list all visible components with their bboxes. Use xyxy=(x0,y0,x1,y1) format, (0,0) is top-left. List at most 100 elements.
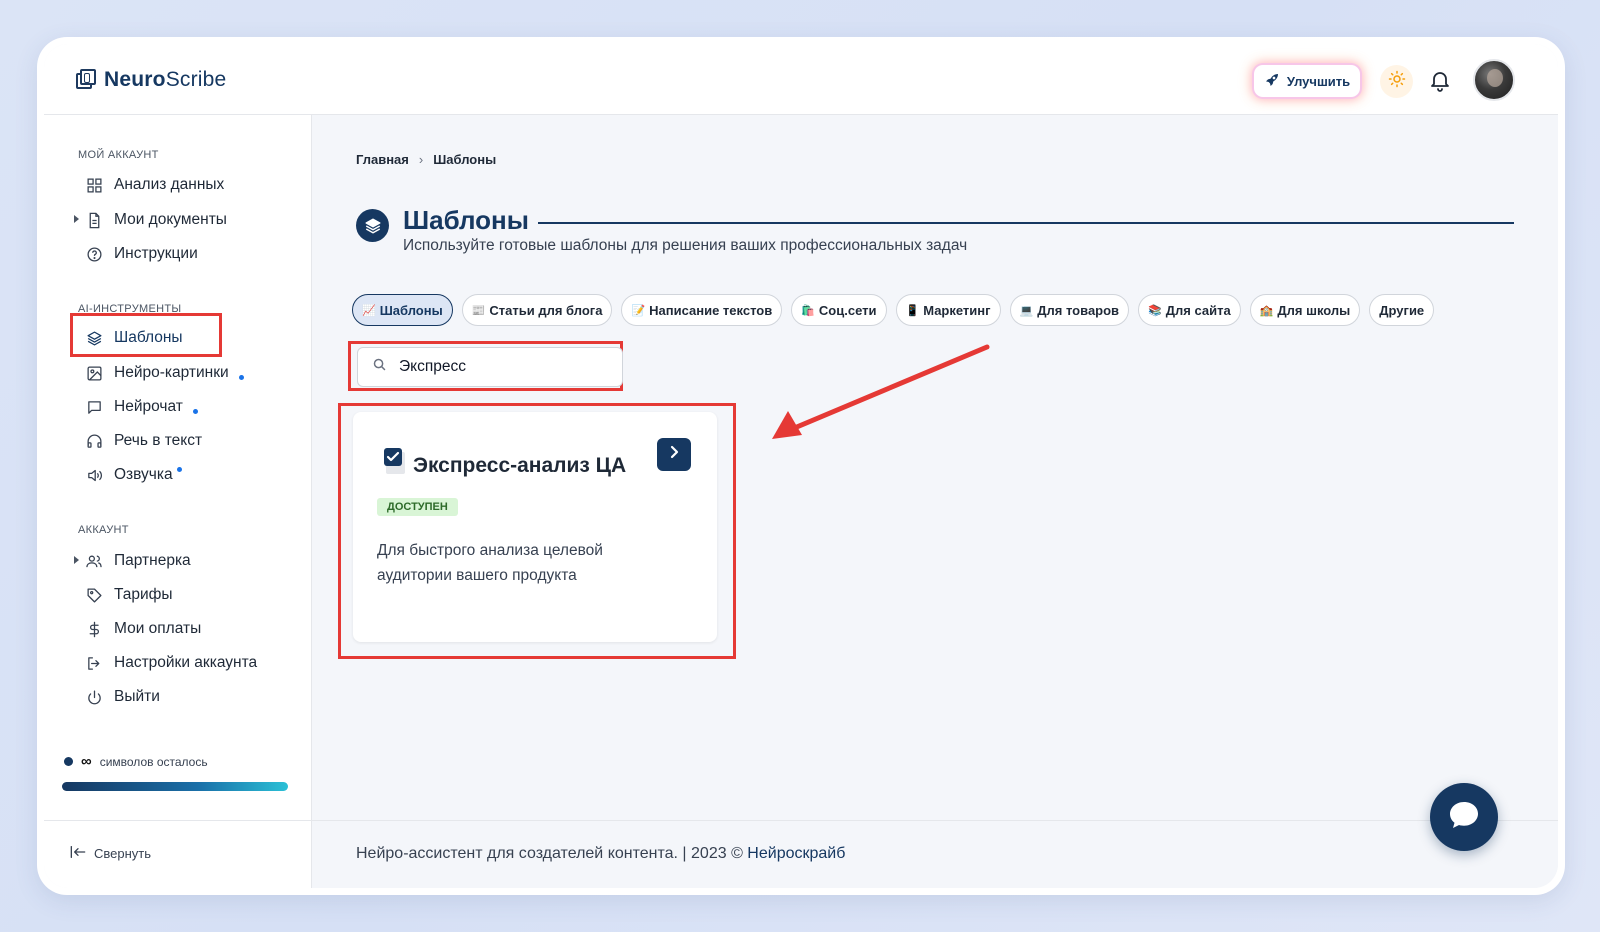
template-card[interactable]: Экспресс-анализ ЦА Доступен Для быстрого… xyxy=(353,412,717,642)
image-icon xyxy=(84,363,104,383)
app-frame: NeuroScribe Улучшить Мой аккаунт Анализ … xyxy=(44,44,1558,888)
document-icon xyxy=(84,210,104,230)
footer-link[interactable]: Нейроскрайб xyxy=(747,845,845,862)
main-content: Главная › Шаблоны Шаблоны Используйте го… xyxy=(312,115,1558,888)
sidebar-item-label: Мои документы xyxy=(114,211,227,228)
chip-emoji-icon: 📝 xyxy=(631,304,646,317)
filter-chip[interactable]: 🏫 Для школы xyxy=(1249,294,1361,326)
credits-indicator: ∞ символов осталось xyxy=(64,753,208,770)
login-icon xyxy=(84,653,104,673)
sidebar-item-templates[interactable]: Шаблоны xyxy=(84,324,183,352)
sidebar-footer: Свернуть xyxy=(44,820,311,888)
annotation-arrow-icon xyxy=(752,339,992,454)
sidebar-item-label: Нейро-картинки xyxy=(114,364,229,381)
logo-text: NeuroScribe xyxy=(104,68,226,92)
rocket-icon xyxy=(1264,72,1280,91)
sidebar-item-label: Тарифы xyxy=(114,586,173,603)
collapse-label: Свернуть xyxy=(94,846,152,861)
search-field[interactable] xyxy=(357,347,623,387)
filter-chip[interactable]: 💻 Для товаров xyxy=(1009,294,1130,326)
filter-chip[interactable]: Другие xyxy=(1369,294,1435,326)
filter-chip[interactable]: 📰 Статьи для блога xyxy=(461,294,613,326)
sidebar: Мой аккаунт Анализ данных Мои документы … xyxy=(44,115,312,888)
help-circle-icon xyxy=(84,244,104,264)
page-footer: Нейро-ассистент для создателей контента.… xyxy=(312,820,1558,888)
theme-toggle-button[interactable] xyxy=(1380,65,1413,98)
sidebar-item-my-payments[interactable]: Мои оплаты xyxy=(84,615,201,643)
sidebar-item-logout[interactable]: Выйти xyxy=(84,683,160,711)
chip-label: Для сайта xyxy=(1165,302,1231,318)
chip-label: Статьи для блога xyxy=(489,302,603,318)
expand-caret-icon[interactable] xyxy=(74,215,79,223)
sidebar-item-label: Анализ данных xyxy=(114,176,225,193)
sidebar-item-label: Нейрочат xyxy=(114,398,183,415)
chip-label: Соц.сети xyxy=(818,302,877,318)
sidebar-item-account-settings[interactable]: Настройки аккаунта xyxy=(84,649,257,677)
upgrade-label: Улучшить xyxy=(1286,73,1351,89)
sidebar-item-partners[interactable]: Партнерка xyxy=(74,547,191,575)
logo[interactable]: NeuroScribe xyxy=(76,68,226,92)
new-dot-indicator xyxy=(192,408,198,414)
sidebar-item-label: Выйти xyxy=(114,688,160,705)
chip-label: Для товаров xyxy=(1037,302,1120,318)
chip-emoji-icon: 📱 xyxy=(905,304,920,317)
highlight-box-search xyxy=(348,341,623,391)
sidebar-item-label: Настройки аккаунта xyxy=(114,654,258,671)
credits-bullet xyxy=(64,757,73,766)
notifications-button[interactable] xyxy=(1428,68,1454,94)
filter-chips: 📈 Шаблоны 📰 Статьи для блога 📝 Написание текс… xyxy=(352,294,1435,326)
collapse-sidebar-button[interactable]: Свернуть xyxy=(70,845,151,862)
sidebar-item-data-analysis[interactable]: Анализ данных xyxy=(84,171,224,199)
chip-emoji-icon: 📚 xyxy=(1148,304,1162,317)
sidebar-item-neurochat[interactable]: Нейрочат xyxy=(84,393,198,421)
page-subtitle: Используйте готовые шаблоны для решения … xyxy=(403,237,968,254)
sun-icon xyxy=(1388,70,1406,93)
filter-chip[interactable]: 📈 Шаблоны xyxy=(352,294,453,326)
status-badge: Доступен xyxy=(377,498,458,516)
sidebar-item-label: Шаблоны xyxy=(114,329,183,346)
chip-emoji-icon: 🏫 xyxy=(1259,304,1274,317)
users-icon xyxy=(84,551,104,571)
new-dot-indicator xyxy=(238,374,244,380)
chip-emoji-icon: 🛍️ xyxy=(801,304,815,317)
filter-chip[interactable]: 📝 Написание текстов xyxy=(621,294,783,326)
sidebar-item-neuro-images[interactable]: Нейро-картинки xyxy=(84,359,244,387)
credits-progress-fill xyxy=(62,782,288,791)
filter-chip[interactable]: 📚 Для сайта xyxy=(1138,294,1241,326)
sidebar-item-instructions[interactable]: Инструкции xyxy=(84,240,198,268)
infinity-symbol: ∞ xyxy=(81,753,92,770)
footer-text: Нейро-ассистент для создателей контента.… xyxy=(356,845,845,863)
footer-copyright: Нейро-ассистент для создателей контента.… xyxy=(356,845,748,862)
expand-caret-icon[interactable] xyxy=(74,556,79,564)
upgrade-button[interactable]: Улучшить xyxy=(1254,65,1360,97)
grid-icon xyxy=(84,175,104,195)
highlight-box-card: Экспресс-анализ ЦА Доступен Для быстрого… xyxy=(338,403,736,659)
power-icon xyxy=(84,687,104,707)
chip-label: Маркетинг xyxy=(923,302,991,318)
sidebar-item-label: Инструкции xyxy=(114,245,198,262)
card-description: Для быстрого анализа целевой аудитории в… xyxy=(377,542,603,584)
chip-label: Другие xyxy=(1379,302,1425,318)
headphones-icon xyxy=(84,431,104,451)
dollar-icon xyxy=(84,619,104,639)
bell-icon xyxy=(1428,72,1452,96)
sidebar-item-voiceover[interactable]: Озвучка xyxy=(84,461,182,489)
sidebar-item-speech-to-text[interactable]: Речь в текст xyxy=(84,427,202,455)
breadcrumb-home[interactable]: Главная xyxy=(356,152,409,167)
title-divider xyxy=(538,222,1514,224)
chat-widget-button[interactable] xyxy=(1430,783,1498,851)
sidebar-item-tariffs[interactable]: Тарифы xyxy=(84,581,173,609)
breadcrumb-separator: › xyxy=(418,152,424,167)
sidebar-item-my-documents[interactable]: Мои документы xyxy=(74,206,227,234)
filter-chip[interactable]: 📱 Маркетинг xyxy=(895,294,1001,326)
sidebar-item-label: Партнерка xyxy=(114,552,191,569)
chip-label: Шаблоны xyxy=(379,302,443,318)
user-avatar[interactable] xyxy=(1473,59,1515,101)
open-template-button[interactable] xyxy=(657,438,691,471)
breadcrumb-current: Шаблоны xyxy=(433,152,497,167)
search-input[interactable] xyxy=(399,358,599,376)
logo-text-rest: Scribe xyxy=(165,68,227,91)
sidebar-item-label: Мои оплаты xyxy=(114,620,202,637)
chip-label: Для школы xyxy=(1277,302,1351,318)
filter-chip[interactable]: 🛍️ Соц.сети xyxy=(791,294,887,326)
